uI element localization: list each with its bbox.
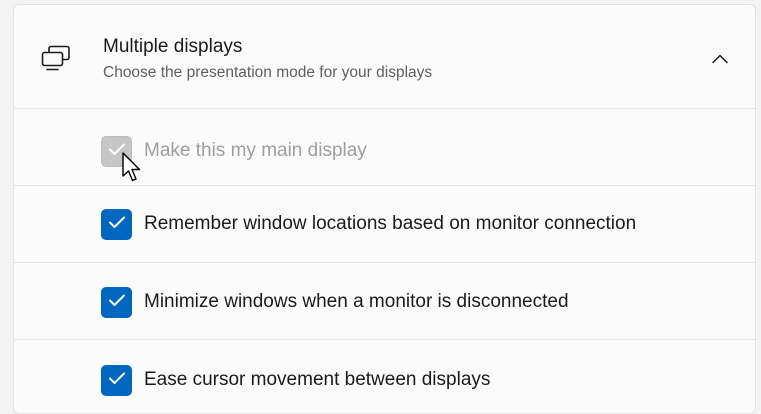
checkmark-icon [108,293,126,312]
option-row-remember-locations: Remember window locations based on monit… [14,186,755,263]
option-row-ease-cursor: Ease cursor movement between displays [14,340,755,413]
checkmark-icon [108,371,126,390]
multiple-displays-header[interactable]: Multiple displays Choose the presentatio… [14,5,755,109]
multiple-displays-card: Multiple displays Choose the presentatio… [13,4,756,414]
section-subtitle: Choose the presentation mode for your di… [103,64,433,81]
option-row-main-display: Make this my main display [14,109,755,186]
ease-cursor-checkbox[interactable] [101,365,132,396]
remember-locations-label: Remember window locations based on monit… [144,213,637,234]
section-title: Multiple displays [103,36,243,57]
minimize-windows-checkbox[interactable] [101,287,132,318]
multiple-displays-icon [40,45,74,75]
minimize-windows-label: Minimize windows when a monitor is disco… [144,291,569,312]
chevron-up-icon [711,52,729,70]
checkmark-icon [108,142,126,161]
ease-cursor-label: Ease cursor movement between displays [144,369,491,390]
collapse-button[interactable] [702,43,738,79]
remember-locations-checkbox[interactable] [101,209,132,240]
option-row-minimize-windows: Minimize windows when a monitor is disco… [14,263,755,340]
main-display-checkbox[interactable] [101,136,132,167]
checkmark-icon [108,215,126,234]
main-display-label: Make this my main display [144,140,367,161]
